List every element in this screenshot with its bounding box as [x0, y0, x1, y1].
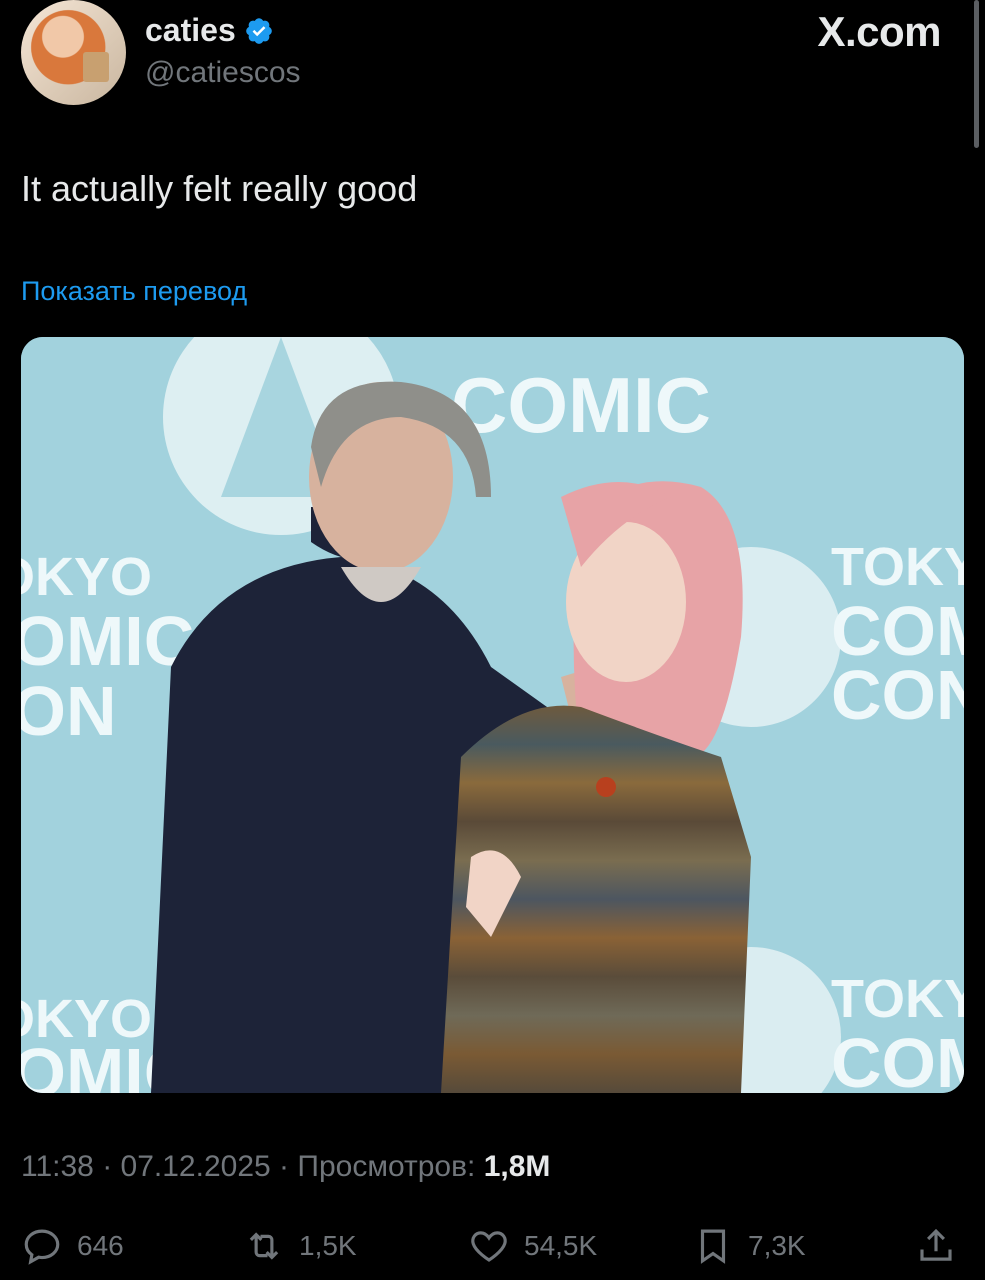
- tweet-photo[interactable]: COMIC TOKYO COMIC CON TOKYO COMIC TOKYO …: [21, 337, 964, 1093]
- backdrop-text-1: COMIC: [451, 361, 711, 449]
- backdrop-text-4: CON: [831, 656, 964, 734]
- tweet-date[interactable]: 07.12.2025: [121, 1150, 271, 1183]
- handle[interactable]: @catiescos: [145, 56, 301, 90]
- backdrop-text-2: TOKYO: [831, 537, 964, 597]
- backdrop-text-6: COMIC: [831, 1024, 964, 1093]
- repost-button[interactable]: 1,5K: [243, 1222, 357, 1270]
- backdrop-text-8: COMIC: [21, 602, 194, 680]
- verified-badge-icon: [245, 17, 272, 44]
- bookmark-button[interactable]: 7,3K: [692, 1222, 806, 1270]
- share-icon: [920, 1228, 952, 1261]
- share-button[interactable]: [915, 1222, 957, 1270]
- action-bar: 646 1,5K 54,5K 7,3K: [0, 1222, 985, 1272]
- reply-icon: [24, 1229, 60, 1265]
- like-icon: [471, 1231, 507, 1262]
- repost-icon: [249, 1232, 279, 1260]
- meta-separator: ·: [279, 1150, 290, 1183]
- display-name[interactable]: caties: [145, 12, 236, 49]
- bookmark-count: 7,3K: [748, 1230, 806, 1261]
- views-count: 1,8M: [483, 1150, 551, 1183]
- show-translation-link[interactable]: Показать перевод: [21, 276, 247, 307]
- site-logo: X.com: [817, 8, 941, 55]
- bookmark-icon: [700, 1229, 726, 1264]
- backdrop-text-5: TOKYO: [831, 969, 964, 1029]
- like-button[interactable]: 54,5K: [468, 1222, 597, 1270]
- scrollbar[interactable]: [974, 0, 979, 148]
- reply-button[interactable]: 646: [21, 1222, 124, 1270]
- tweet-meta: 11:38 · 07.12.2025 · Просмотров: 1,8M: [21, 1150, 550, 1184]
- display-name-row[interactable]: caties: [145, 12, 274, 49]
- backdrop-text-9: CON: [21, 672, 117, 750]
- photo-illustration: COMIC TOKYO COMIC CON TOKYO COMIC TOKYO …: [21, 337, 964, 1093]
- avatar[interactable]: [21, 0, 126, 105]
- tweet-time[interactable]: 11:38: [21, 1150, 94, 1183]
- tweet-text: It actually felt really good: [21, 168, 418, 209]
- like-count: 54,5K: [524, 1230, 598, 1261]
- backdrop-text-7: TOKYO: [21, 547, 152, 607]
- views-label: Просмотров:: [297, 1150, 476, 1183]
- repost-count: 1,5K: [299, 1230, 357, 1261]
- reply-count: 646: [77, 1230, 124, 1261]
- meta-separator: ·: [102, 1150, 113, 1183]
